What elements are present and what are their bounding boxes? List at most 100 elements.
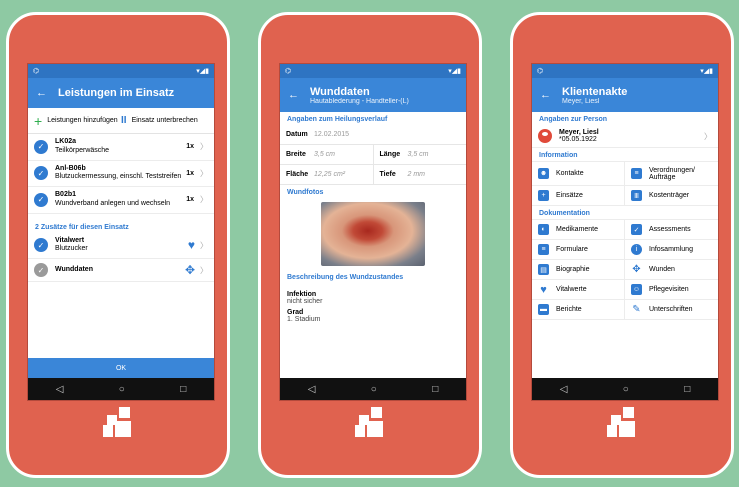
info-collection-label: Infosammlung bbox=[649, 246, 693, 253]
nav-back-icon[interactable]: ◁ bbox=[560, 384, 568, 395]
back-arrow-icon[interactable]: ← bbox=[36, 87, 58, 99]
infection-field[interactable]: Infektion nicht sicher bbox=[280, 289, 466, 307]
wound-icon: ✥ bbox=[184, 263, 195, 277]
orders-item[interactable]: ≡ Verordnungen/ Aufträge bbox=[625, 162, 718, 186]
pause-icon: II bbox=[121, 115, 127, 126]
page-subtitle: Hautablederung - Handteller-(L) bbox=[310, 97, 409, 105]
heart-icon: ♥ bbox=[540, 283, 547, 296]
vitals-label: Vitalwerte bbox=[556, 286, 587, 293]
depth-label: Tiefe bbox=[379, 171, 396, 178]
medication-item[interactable]: ◐ Medikamente bbox=[532, 220, 625, 240]
section-info: Information bbox=[539, 152, 578, 159]
screen-leistungen: ⌬ ▾◢▮ ← Leistungen im Einsatz + Leistungen… bbox=[28, 64, 214, 400]
info-icon: i bbox=[631, 244, 642, 255]
section-description: Beschreibung des Wundzustandes bbox=[287, 274, 404, 281]
width-label: Breite bbox=[286, 151, 306, 158]
assignments-label: Einsätze bbox=[556, 192, 583, 199]
item-description: Teilkörperwäsche bbox=[55, 146, 110, 154]
width-value: 3,5 cm bbox=[314, 151, 336, 158]
chevron-right-icon: 〉 bbox=[200, 142, 208, 152]
forms-label: Formulare bbox=[556, 246, 588, 253]
nav-back-icon[interactable]: ◁ bbox=[56, 384, 64, 395]
nav-home-icon[interactable]: ○ bbox=[623, 384, 629, 395]
section-photos: Wundfotos bbox=[287, 189, 324, 196]
item-count: 1x bbox=[186, 196, 194, 204]
status-bar: ⌬ ▾◢▮ bbox=[532, 64, 718, 78]
wound-photo[interactable] bbox=[321, 202, 425, 266]
area-field[interactable]: Fläche 12,25 cm² bbox=[280, 165, 374, 184]
person-birth: *05.05.1922 bbox=[559, 136, 597, 143]
care-visits-label: Pflegevisiten bbox=[649, 286, 689, 293]
vitals-item[interactable]: ♥ Vitalwerte bbox=[532, 280, 625, 300]
pill-icon: ◐ bbox=[538, 224, 549, 235]
pause-label: Einsatz unterbrechen bbox=[131, 117, 198, 124]
assessments-item[interactable]: ✓ Assessments bbox=[625, 220, 718, 240]
nav-recent-icon[interactable]: □ bbox=[432, 384, 438, 395]
bank-icon: Ⅲ bbox=[631, 190, 642, 201]
section-heal: Angaben zum Heilungsverlauf bbox=[287, 116, 388, 123]
nav-home-icon[interactable]: ○ bbox=[371, 384, 377, 395]
pause-assignment-button[interactable]: II Einsatz unterbrechen bbox=[121, 115, 208, 126]
signatures-item[interactable]: ✎ Unterschriften bbox=[625, 300, 718, 320]
page-title: Wunddaten bbox=[310, 85, 370, 98]
biography-item[interactable]: ▤ Biographie bbox=[532, 260, 625, 280]
screen-wunddaten: ⌬ ▾◢▮ ← Wunddaten Hautablederung - Handtel… bbox=[280, 64, 466, 400]
list-item[interactable]: ✓ B02b1 Wundverband anlegen und wechseln … bbox=[28, 187, 214, 214]
date-field[interactable]: Datum 12.02.2015 bbox=[280, 125, 466, 144]
back-arrow-icon[interactable]: ← bbox=[540, 89, 562, 101]
form-icon: ≡ bbox=[538, 244, 549, 255]
phone-frame-1: ⌬ ▾◢▮ ← Leistungen im Einsatz + Leistungen… bbox=[6, 12, 230, 478]
contacts-label: Kontakte bbox=[556, 170, 584, 177]
status-bar: ⌬ ▾◢▮ bbox=[28, 64, 214, 78]
grade-label: Grad bbox=[287, 309, 304, 316]
ok-button[interactable]: OK bbox=[28, 358, 214, 378]
length-field[interactable]: Länge 3,5 cm bbox=[374, 145, 467, 164]
section-documentation: Dokumentation bbox=[539, 210, 590, 217]
page-title: Leistungen im Einsatz bbox=[58, 87, 175, 99]
app-bar: ← Leistungen im Einsatz bbox=[28, 78, 214, 108]
assessments-label: Assessments bbox=[649, 226, 691, 233]
reports-item[interactable]: ▬ Berichte bbox=[532, 300, 625, 320]
orders-label: Verordnungen/ Aufträge bbox=[649, 166, 695, 181]
width-field[interactable]: Breite 3,5 cm bbox=[280, 145, 374, 164]
depth-field[interactable]: Tiefe 2 mm bbox=[374, 165, 467, 184]
nav-recent-icon[interactable]: □ bbox=[180, 384, 186, 395]
payers-item[interactable]: Ⅲ Kostenträger bbox=[625, 186, 718, 206]
back-arrow-icon[interactable]: ← bbox=[288, 89, 310, 101]
chevron-right-icon: 〉 bbox=[704, 131, 712, 141]
item-code: Anl-B06b bbox=[55, 164, 86, 172]
person-badge-icon: ☺ bbox=[631, 284, 642, 295]
forms-item[interactable]: ≡ Formulare bbox=[532, 240, 625, 260]
wounds-label: Wunden bbox=[649, 266, 675, 273]
nav-recent-icon[interactable]: □ bbox=[684, 384, 690, 395]
care-visits-item[interactable]: ☺ Pflegevisiten bbox=[625, 280, 718, 300]
list-item[interactable]: ✓ Wunddaten ✥ 〉 bbox=[28, 259, 214, 282]
clipboard-icon: ≡ bbox=[631, 168, 642, 179]
area-value: 12,25 cm² bbox=[314, 171, 346, 178]
item-description: Wundverband anlegen und wechseln bbox=[55, 199, 171, 207]
documentation-grid: ◐ Medikamente ✓ Assessments ≡ Formulare i In… bbox=[532, 219, 718, 320]
phone-frame-3: ⌬ ▾◢▮ ← Klientenakte Meyer, Liesl Angaben … bbox=[510, 12, 734, 478]
status-icons: ▾◢▮ bbox=[196, 68, 209, 75]
nav-back-icon[interactable]: ◁ bbox=[308, 384, 316, 395]
list-item[interactable]: ✓ Vitalwert Blutzucker ♥ 〉 bbox=[28, 233, 214, 259]
status-left: ⌬ bbox=[33, 68, 40, 75]
biography-label: Biographie bbox=[556, 266, 590, 273]
check-icon: ✓ bbox=[34, 139, 48, 154]
nav-home-icon[interactable]: ○ bbox=[119, 384, 125, 395]
list-item[interactable]: ✓ Anl-B06b Blutzuckermessung, einschl. Te… bbox=[28, 161, 214, 187]
list-item[interactable]: ✓ LK02a Teilkörperwäsche 1x 〉 bbox=[28, 134, 214, 161]
contacts-item[interactable]: ☻ Kontakte bbox=[532, 162, 625, 186]
assignments-item[interactable]: + Einsätze bbox=[532, 186, 625, 206]
info-collection-item[interactable]: i Infosammlung bbox=[625, 240, 718, 260]
signatures-label: Unterschriften bbox=[649, 306, 693, 313]
document-icon: ▬ bbox=[538, 304, 549, 315]
person-row[interactable]: Meyer, Liesl *05.05.1922 〉 bbox=[532, 125, 718, 148]
wounds-item[interactable]: ✥ Wunden bbox=[625, 260, 718, 280]
payers-label: Kostenträger bbox=[649, 192, 690, 199]
add-services-button[interactable]: + Leistungen hinzufügen bbox=[34, 113, 121, 129]
medication-label: Medikamente bbox=[556, 226, 599, 233]
medical-cross-icon: + bbox=[538, 190, 549, 201]
grade-field[interactable]: Grad 1. Stadium bbox=[280, 307, 466, 325]
reports-label: Berichte bbox=[556, 306, 582, 313]
